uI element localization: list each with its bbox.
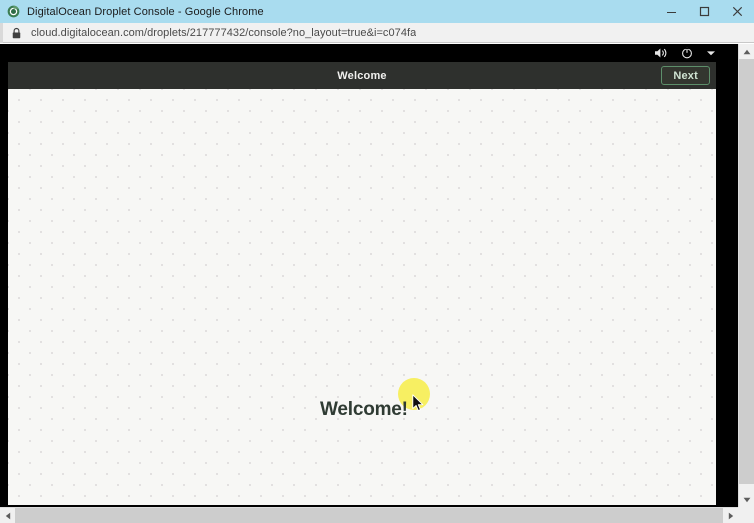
volume-glyph bbox=[655, 48, 667, 57]
close-icon bbox=[732, 6, 743, 17]
horizontal-scrollbar[interactable] bbox=[0, 507, 754, 523]
vertical-scrollbar[interactable] bbox=[738, 44, 754, 507]
lock-icon bbox=[12, 27, 21, 38]
next-button[interactable]: Next bbox=[661, 66, 710, 85]
window-title: DigitalOcean Droplet Console - Google Ch… bbox=[27, 5, 264, 18]
vertical-scrollbar-thumb[interactable] bbox=[739, 59, 754, 484]
scrollbar-corner bbox=[738, 507, 754, 523]
scroll-right-button[interactable] bbox=[723, 508, 738, 523]
chevron-down-glyph bbox=[707, 50, 715, 55]
volume-icon[interactable] bbox=[654, 47, 668, 59]
power-glyph bbox=[682, 47, 692, 58]
window-titlebar: DigitalOcean Droplet Console - Google Ch… bbox=[0, 0, 754, 23]
close-button[interactable] bbox=[721, 0, 754, 23]
installer-header: Welcome Next bbox=[8, 62, 716, 89]
minimize-icon bbox=[667, 12, 676, 13]
url-text[interactable]: cloud.digitalocean.com/droplets/21777743… bbox=[31, 27, 416, 39]
chevron-down-icon[interactable] bbox=[706, 49, 716, 57]
power-icon[interactable] bbox=[681, 47, 693, 59]
maximize-button[interactable] bbox=[688, 0, 721, 23]
scroll-left-button[interactable] bbox=[0, 508, 15, 523]
mouse-arrow-cursor bbox=[412, 394, 424, 412]
minimize-button[interactable] bbox=[655, 0, 688, 23]
titlebar-left-group: DigitalOcean Droplet Console - Google Ch… bbox=[0, 5, 655, 18]
window-controls bbox=[655, 0, 754, 23]
page-viewport: Welcome Next Welcome! bbox=[0, 44, 754, 523]
installer-body: Welcome! bbox=[8, 89, 716, 505]
scroll-up-button[interactable] bbox=[739, 44, 754, 59]
installer-title: Welcome bbox=[337, 69, 387, 82]
system-tray bbox=[2, 44, 738, 61]
scroll-down-button[interactable] bbox=[739, 492, 754, 507]
welcome-heading: Welcome! bbox=[320, 399, 408, 420]
maximize-icon bbox=[699, 6, 710, 17]
address-bar-edge bbox=[0, 22, 3, 43]
horizontal-scrollbar-thumb[interactable] bbox=[15, 508, 724, 523]
installer-window: Welcome Next Welcome! bbox=[8, 62, 716, 505]
chrome-globe-icon bbox=[7, 5, 20, 18]
browser-window: DigitalOcean Droplet Console - Google Ch… bbox=[0, 0, 754, 523]
chevron-up-icon bbox=[743, 49, 750, 54]
address-bar[interactable]: cloud.digitalocean.com/droplets/21777743… bbox=[0, 22, 754, 43]
chevron-down-scroll-icon bbox=[743, 497, 750, 502]
chevron-right-icon bbox=[728, 512, 733, 519]
chevron-left-icon bbox=[5, 512, 10, 519]
